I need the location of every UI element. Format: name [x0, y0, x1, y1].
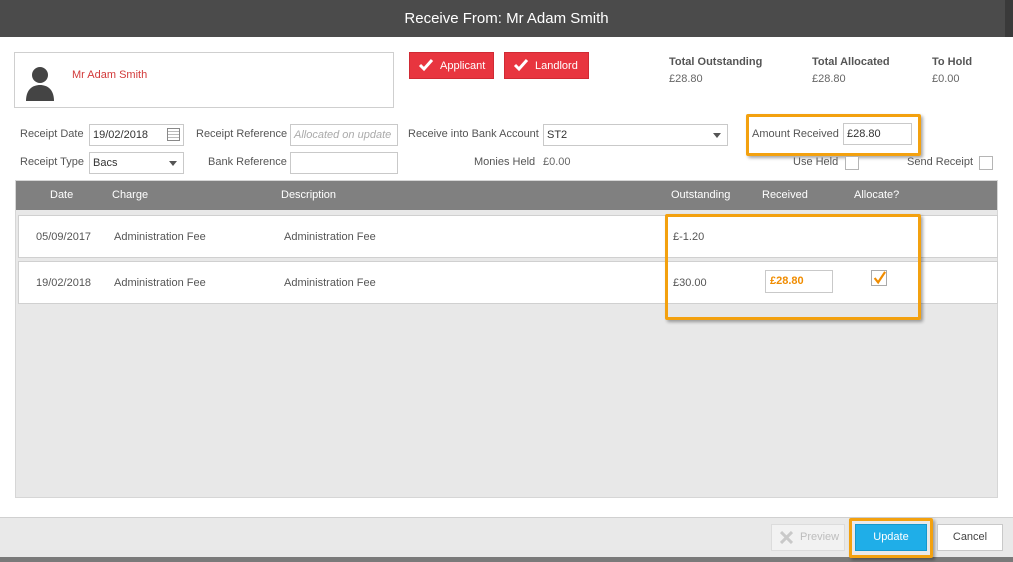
- receipt-reference-field[interactable]: Allocated on update: [290, 124, 398, 146]
- window-title: Receive From: Mr Adam Smith: [404, 10, 609, 27]
- receipt-date-field[interactable]: 19/02/2018: [89, 124, 184, 146]
- column-charge[interactable]: Charge: [112, 189, 148, 201]
- receipt-reference-label: Receipt Reference: [196, 128, 288, 140]
- preview-label: Preview: [800, 531, 840, 543]
- send-receipt-label: Send Receipt: [907, 156, 974, 168]
- bank-account-select[interactable]: ST2: [543, 124, 728, 146]
- tag-landlord-label: Landlord: [535, 60, 578, 72]
- bank-account-value: ST2: [547, 129, 568, 141]
- person-icon: [26, 67, 54, 101]
- bank-account-label: Receive into Bank Account: [408, 128, 539, 140]
- allocation-highlight: [665, 214, 921, 320]
- cancel-label: Cancel: [952, 531, 988, 543]
- column-received[interactable]: Received: [762, 189, 808, 201]
- receipt-type-value: Bacs: [93, 157, 118, 169]
- contact-name[interactable]: Mr Adam Smith: [72, 69, 147, 81]
- to-hold-value: £0.00: [932, 73, 960, 85]
- amount-received-highlight: [746, 114, 921, 156]
- preview-button[interactable]: Preview: [771, 524, 845, 551]
- row-charge: Administration Fee: [114, 231, 206, 243]
- check-icon: [513, 58, 529, 71]
- check-icon: [418, 58, 434, 71]
- receipt-reference-placeholder: Allocated on update: [294, 129, 392, 141]
- grid-header: Date Charge Description Outstanding Rece…: [16, 181, 997, 210]
- calendar-icon[interactable]: [167, 128, 180, 141]
- row-description: Administration Fee: [284, 231, 376, 243]
- tag-landlord-button[interactable]: Landlord: [504, 52, 589, 79]
- row-date: 05/09/2017: [36, 231, 92, 243]
- total-allocated-label: Total Allocated: [812, 56, 890, 68]
- chevron-down-icon: [169, 161, 177, 166]
- bank-reference-field[interactable]: [290, 152, 398, 174]
- chevron-down-icon: [713, 133, 721, 138]
- monies-held-label: Monies Held: [474, 156, 536, 168]
- monies-held-value: £0.00: [543, 156, 571, 168]
- total-allocated-value: £28.80: [812, 73, 846, 85]
- receipt-type-label: Receipt Type: [20, 156, 85, 168]
- total-outstanding-value: £28.80: [669, 73, 703, 85]
- window-title-bar: Receive From: Mr Adam Smith: [0, 0, 1013, 37]
- row-date: 19/02/2018: [36, 277, 92, 289]
- title-bar-edge: [1005, 0, 1013, 37]
- column-description[interactable]: Description: [281, 189, 336, 201]
- row-charge: Administration Fee: [114, 277, 206, 289]
- total-outstanding-label: Total Outstanding: [669, 56, 763, 68]
- contact-card: Mr Adam Smith: [14, 52, 394, 108]
- bank-reference-label: Bank Reference: [208, 156, 287, 168]
- receipt-date-value: 19/02/2018: [93, 129, 149, 141]
- column-allocate[interactable]: Allocate?: [854, 189, 899, 201]
- column-outstanding[interactable]: Outstanding: [671, 189, 730, 201]
- close-x-icon: [780, 531, 793, 544]
- row-description: Administration Fee: [284, 277, 376, 289]
- column-date[interactable]: Date: [50, 189, 73, 201]
- receipt-type-select[interactable]: Bacs: [89, 152, 184, 174]
- tag-applicant-label: Applicant: [440, 60, 486, 72]
- tag-applicant-button[interactable]: Applicant: [409, 52, 494, 79]
- send-receipt-checkbox[interactable]: [979, 156, 993, 170]
- receipt-date-label: Receipt Date: [20, 128, 84, 140]
- cancel-button[interactable]: Cancel: [937, 524, 1003, 551]
- use-held-label: Use Held: [793, 156, 839, 168]
- to-hold-label: To Hold: [932, 56, 973, 68]
- use-held-checkbox[interactable]: [845, 156, 859, 170]
- update-highlight: [849, 518, 933, 558]
